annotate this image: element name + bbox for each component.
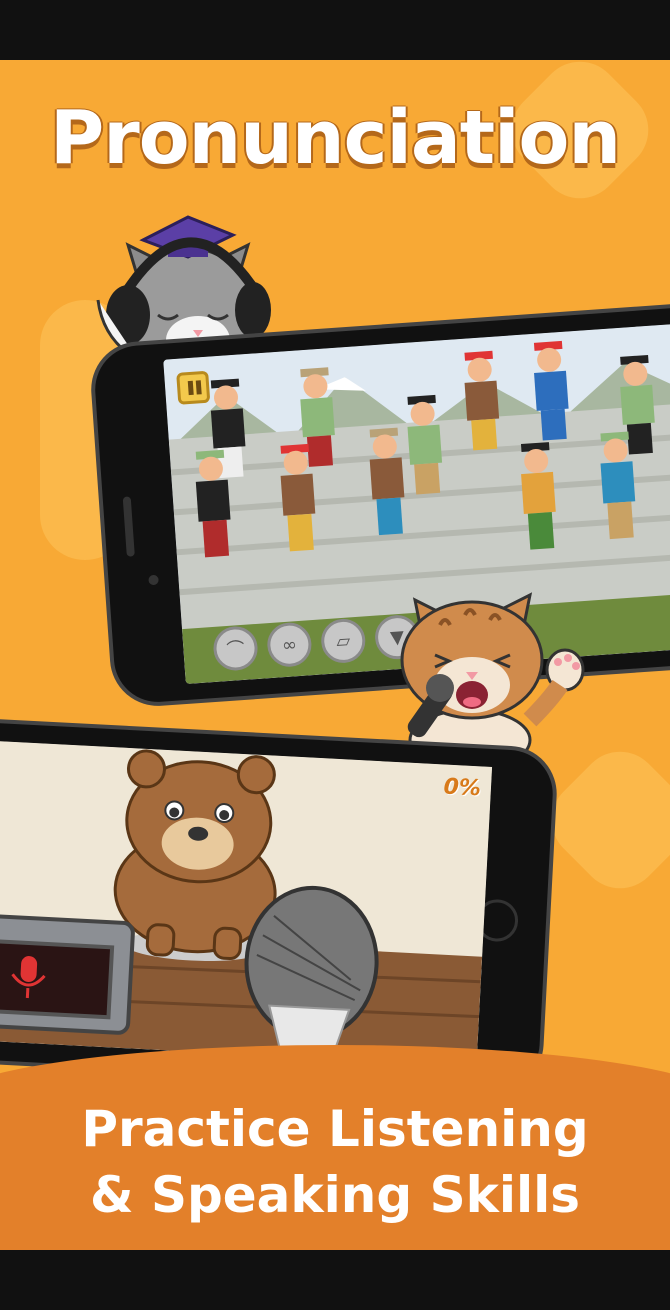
- shoe-icon[interactable]: ▱: [319, 617, 367, 665]
- phone-camera: [148, 574, 159, 586]
- phone-mockup-landscape-2: 0%: [0, 715, 560, 1094]
- character: [369, 427, 405, 536]
- game-screen-bear[interactable]: 0%: [0, 739, 493, 1067]
- tagline: Practice Listening & Speaking Skills: [0, 1096, 670, 1228]
- glasses-icon[interactable]: ∞: [265, 621, 313, 669]
- hat-icon[interactable]: ⌒: [212, 624, 260, 672]
- tabby-cat-singing-illustration: [400, 592, 585, 760]
- phone-speaker: [122, 496, 135, 557]
- character: [407, 394, 443, 495]
- character: [520, 442, 556, 550]
- bottom-letterbox: [0, 1250, 670, 1310]
- bear-scene-illustration: [0, 739, 493, 1067]
- tagline-line-1: Practice Listening: [81, 1100, 589, 1158]
- character: [533, 340, 569, 441]
- top-letterbox: [0, 0, 670, 60]
- progress-percent: 0%: [442, 774, 482, 802]
- tagline-line-2: & Speaking Skills: [89, 1166, 581, 1224]
- page-title: Pronunciation: [49, 95, 621, 181]
- character: [464, 350, 500, 451]
- screenshot: Pronunciation ⌒ ∞ ▱ ▼ 0% Practice Listen…: [0, 0, 670, 1310]
